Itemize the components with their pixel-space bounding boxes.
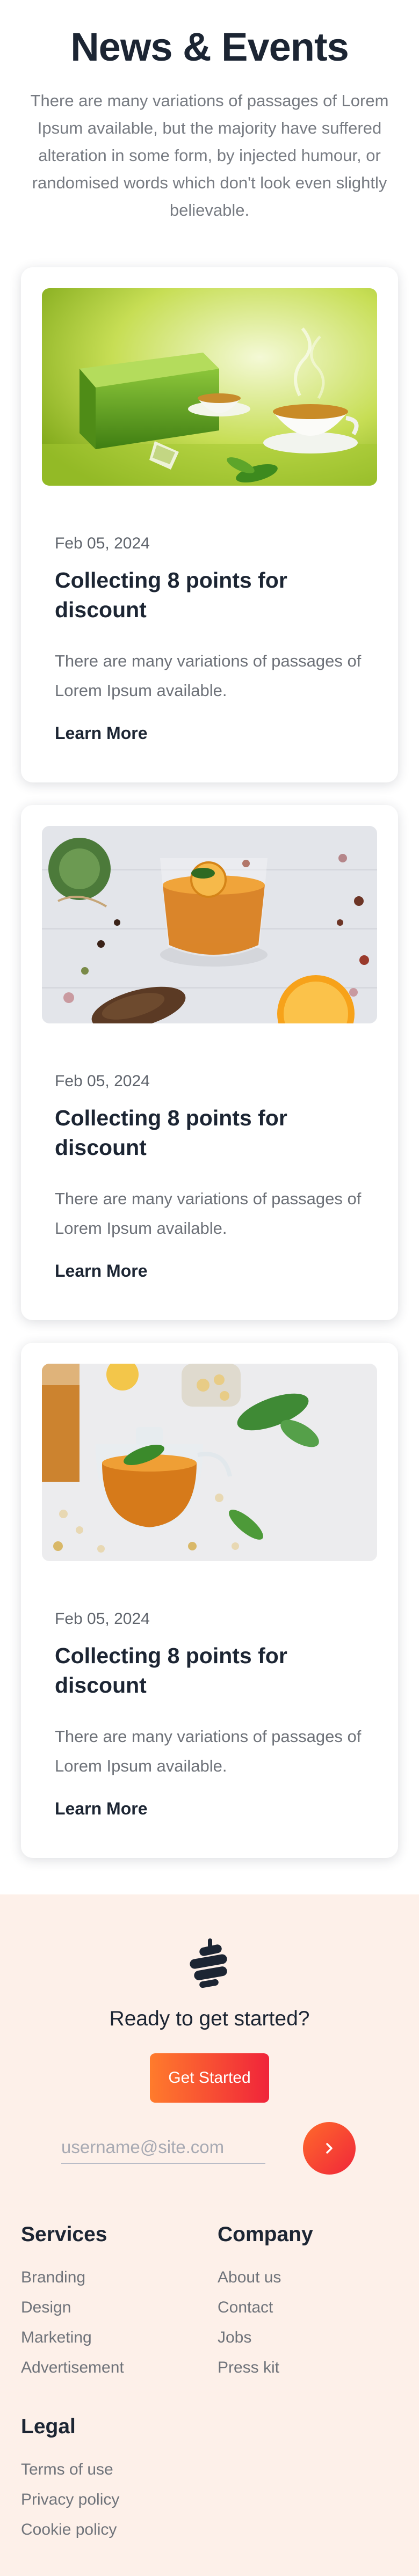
get-started-button[interactable]: Get Started: [150, 2053, 269, 2103]
footer-link-press-kit[interactable]: Press kit: [218, 2353, 313, 2383]
footer-link-terms-of-use[interactable]: Terms of use: [21, 2455, 119, 2485]
card-excerpt: There are many variations of passages of…: [55, 1727, 362, 1775]
footer-link-branding[interactable]: Branding: [21, 2263, 124, 2293]
card-title[interactable]: Collecting 8 points for discount: [55, 1103, 356, 1162]
footer-link-jobs[interactable]: Jobs: [218, 2323, 313, 2353]
brand-logo-icon[interactable]: [185, 1937, 234, 1989]
news-title: News & Events: [70, 25, 349, 69]
chevron-right-icon: [326, 2143, 333, 2154]
cta-heading: Ready to get started?: [109, 2007, 310, 2030]
card-date: Feb 05, 2024: [55, 1610, 150, 1628]
card-excerpt: There are many variations of passages of…: [55, 652, 362, 700]
footer-link-privacy-policy[interactable]: Privacy policy: [21, 2485, 119, 2515]
legal-heading: Legal: [21, 2415, 76, 2438]
footer-link-contact[interactable]: Contact: [218, 2293, 313, 2323]
news-card: Feb 05, 2024 Collecting 8 points for dis…: [21, 805, 398, 1320]
news-card: Feb 05, 2024 Collecting 8 points for dis…: [21, 1343, 398, 1858]
card-excerpt: There are many variations of passages of…: [55, 1189, 362, 1238]
company-heading: Company: [218, 2223, 313, 2246]
footer-link-cookie-policy[interactable]: Cookie policy: [21, 2515, 119, 2545]
footer-link-about-us[interactable]: About us: [218, 2263, 313, 2293]
news-card: Feb 05, 2024 Collecting 8 points for dis…: [21, 267, 398, 782]
footer-link-marketing[interactable]: Marketing: [21, 2323, 124, 2353]
news-description: There are many variations of passages of…: [30, 91, 389, 219]
card-title[interactable]: Collecting 8 points for discount: [55, 566, 356, 625]
footer-services-column: Services Branding Design Marketing Adver…: [21, 2223, 124, 2383]
green-tea-box-image: [42, 288, 377, 486]
card-date: Feb 05, 2024: [55, 1072, 150, 1090]
subscribe-button[interactable]: [303, 2122, 356, 2175]
site-footer: Ready to get started? Get Started Servic…: [0, 1894, 419, 2576]
footer-link-advertisement[interactable]: Advertisement: [21, 2353, 124, 2383]
footer-legal-column: Legal Terms of use Privacy policy Cookie…: [21, 2415, 119, 2545]
herbal-tea-teapot-image: [42, 1364, 377, 1561]
services-heading: Services: [21, 2223, 107, 2246]
card-title[interactable]: Collecting 8 points for discount: [55, 1641, 356, 1700]
footer-company-column: Company About us Contact Jobs Press kit: [218, 2223, 313, 2383]
orange-tea-glass-image: [42, 826, 377, 1023]
footer-link-design[interactable]: Design: [21, 2293, 124, 2323]
learn-more-link[interactable]: Learn More: [55, 1261, 147, 1281]
email-field[interactable]: [61, 2132, 265, 2164]
learn-more-link[interactable]: Learn More: [55, 1799, 147, 1819]
learn-more-link[interactable]: Learn More: [55, 723, 147, 743]
card-date: Feb 05, 2024: [55, 535, 150, 552]
